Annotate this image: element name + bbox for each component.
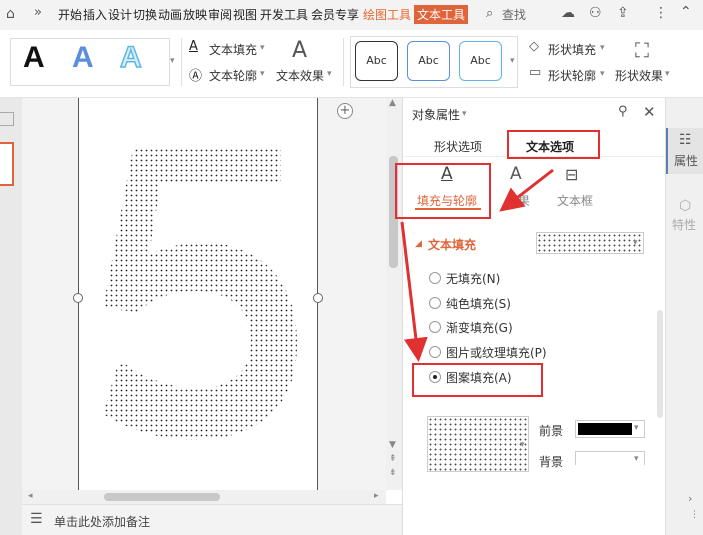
- radio-picture-fill[interactable]: [429, 346, 441, 358]
- side-task-strip: ☷ 属性 ⬡ 特性 › ⋮: [665, 98, 703, 535]
- subtab-textbox[interactable]: 文本框: [557, 192, 593, 209]
- shape-outline-icon[interactable]: ▭: [529, 65, 541, 80]
- pattern-preview[interactable]: [427, 416, 529, 472]
- background-label: 背景: [539, 455, 564, 469]
- shape-style-2[interactable]: Abc: [407, 41, 450, 81]
- collapse-ribbon-icon[interactable]: ⌃: [680, 4, 692, 20]
- menu-drawing-tools[interactable]: 绘图工具: [363, 6, 411, 23]
- text-effect-icon[interactable]: A: [292, 38, 307, 63]
- user-icon[interactable]: ⚇: [589, 5, 602, 21]
- search-label[interactable]: 查找: [502, 6, 526, 23]
- radio-no-fill[interactable]: [429, 272, 441, 284]
- text-effect-button[interactable]: 文本效果: [276, 67, 324, 84]
- collapse-section-icon[interactable]: ◢: [415, 239, 422, 249]
- menu-home[interactable]: 开始: [58, 6, 82, 23]
- panel-title[interactable]: 对象属性: [412, 106, 460, 123]
- textbox-icon[interactable]: ⊟: [565, 165, 578, 184]
- text-style-black[interactable]: A: [23, 40, 45, 76]
- horizontal-scroll-thumb[interactable]: [104, 493, 220, 501]
- shape-outline-button[interactable]: 形状轮廓: [548, 67, 596, 84]
- notes-icon: ☰: [30, 511, 43, 527]
- notes-placeholder[interactable]: 单击此处添加备注: [54, 513, 150, 530]
- horizontal-scrollbar[interactable]: ◂ ▸: [22, 490, 386, 504]
- panel-scrollbar[interactable]: [657, 310, 663, 418]
- vertical-scrollbar[interactable]: ▲ ▼ ⇞ ⇟: [386, 98, 402, 490]
- subtab-effect[interactable]: 效果: [506, 192, 530, 209]
- option-solid-fill[interactable]: 纯色填充(S): [446, 295, 511, 312]
- side-traits-label[interactable]: 特性: [672, 216, 696, 233]
- thumbnail-tab[interactable]: [0, 112, 14, 126]
- properties-icon: ☷: [679, 132, 692, 148]
- highlight-text-options: [507, 130, 600, 159]
- slide-thumbnail-strip: [0, 98, 22, 535]
- menu-slideshow[interactable]: 放映: [183, 6, 207, 23]
- background-color-picker[interactable]: ▾: [575, 451, 645, 465]
- text-fill-button[interactable]: 文本填充: [209, 41, 257, 58]
- file-menu-icon[interactable]: ⌂: [6, 6, 15, 22]
- side-properties-label: 属性: [674, 154, 699, 168]
- resize-handle-left[interactable]: [73, 293, 83, 303]
- search-icon[interactable]: ⌕: [486, 6, 493, 21]
- shape-effect-icon[interactable]: ⛶: [635, 38, 649, 62]
- traits-icon[interactable]: ⬡: [679, 198, 691, 214]
- shape-gallery-more-icon[interactable]: ▾: [510, 56, 515, 66]
- style-gallery-more-icon[interactable]: ▾: [170, 56, 175, 66]
- text-outline-icon[interactable]: Ⓐ: [189, 65, 202, 84]
- menu-review[interactable]: 审阅: [208, 6, 232, 23]
- section-text-fill[interactable]: 文本填充: [428, 236, 476, 253]
- radio-gradient-fill[interactable]: [429, 321, 441, 333]
- shape-style-3[interactable]: Abc: [459, 41, 502, 81]
- menu-animation[interactable]: 动画: [158, 6, 182, 23]
- cloud-sync-icon[interactable]: ☁: [561, 5, 575, 21]
- shape-fill-button[interactable]: 形状填充: [548, 41, 596, 58]
- option-gradient-fill[interactable]: 渐变填充(G): [446, 319, 513, 336]
- fill-preview-dropdown[interactable]: [536, 232, 644, 254]
- menu-member[interactable]: 会员专享: [311, 6, 359, 23]
- menu-text-tools[interactable]: 文本工具: [414, 5, 469, 24]
- share-icon[interactable]: ⇪: [617, 5, 629, 21]
- shape-effect-button[interactable]: 形状效果: [615, 67, 663, 84]
- menu-developer[interactable]: 开发工具: [260, 6, 308, 23]
- pattern-filled-digit[interactable]: [79, 138, 319, 478]
- page-down-icon[interactable]: ⇟: [389, 468, 397, 478]
- menu-view[interactable]: 视图: [233, 6, 257, 23]
- pin-icon[interactable]: ⚲: [618, 104, 628, 119]
- effect-icon[interactable]: A: [510, 164, 522, 184]
- highlight-fill-outline: [395, 163, 491, 219]
- menu-insert[interactable]: 插入: [83, 6, 107, 23]
- tab-shape-options[interactable]: 形状选项: [434, 138, 482, 155]
- option-picture-fill[interactable]: 图片或纹理填充(P): [446, 344, 547, 361]
- menu-design[interactable]: 设计: [108, 6, 132, 23]
- expand-menu-icon[interactable]: »: [34, 5, 42, 20]
- text-outline-button[interactable]: 文本轮廓: [209, 67, 257, 84]
- foreground-label: 前景: [539, 424, 564, 438]
- expand-icon[interactable]: ›: [688, 492, 692, 505]
- foreground-color-picker[interactable]: ▾: [575, 420, 645, 438]
- shape-fill-icon[interactable]: ◇: [529, 39, 539, 54]
- add-object-icon[interactable]: +: [337, 103, 353, 119]
- page-up-icon[interactable]: ⇞: [389, 454, 397, 464]
- highlight-pattern-fill: [412, 363, 543, 397]
- text-style-blue[interactable]: A: [72, 40, 94, 76]
- resize-handle-right[interactable]: [313, 293, 323, 303]
- dots-icon[interactable]: ⋮: [690, 510, 699, 520]
- menu-bar: ⌂ » 开始 插入 设计 切换 动画 放映 审阅 视图 开发工具 会员专享 绘图…: [0, 0, 703, 30]
- slide-thumbnail[interactable]: [0, 142, 14, 186]
- text-fill-icon[interactable]: A: [189, 39, 198, 54]
- option-no-fill[interactable]: 无填充(N): [446, 270, 500, 287]
- side-properties-button[interactable]: ☷ 属性: [666, 128, 703, 174]
- scroll-down-icon[interactable]: ▼: [389, 440, 396, 450]
- slide-page[interactable]: [73, 98, 323, 490]
- notes-bar[interactable]: ☰ 单击此处添加备注: [22, 504, 402, 535]
- text-style-outline[interactable]: A: [119, 40, 142, 76]
- close-icon[interactable]: ✕: [643, 103, 656, 121]
- shape-style-1[interactable]: Abc: [355, 41, 398, 81]
- radio-solid-fill[interactable]: [429, 297, 441, 309]
- menu-transition[interactable]: 切换: [133, 6, 157, 23]
- more-icon[interactable]: ⋮: [654, 5, 668, 21]
